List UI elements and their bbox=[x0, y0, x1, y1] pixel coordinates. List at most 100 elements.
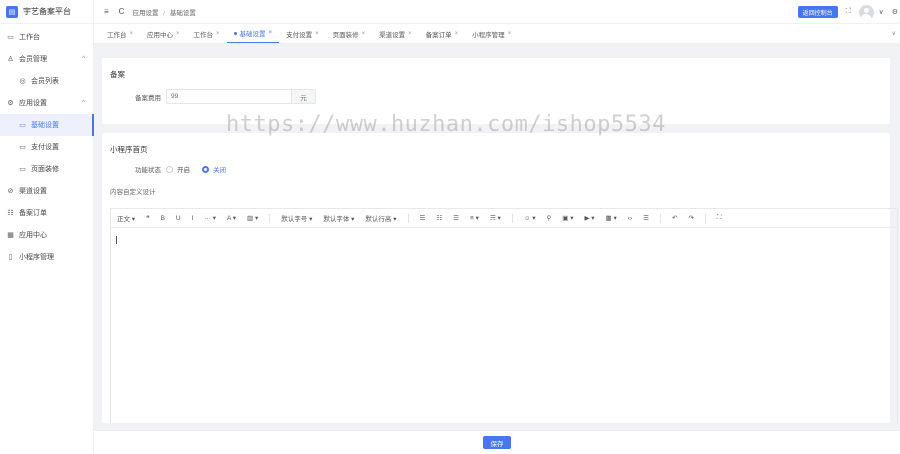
close-icon[interactable]: × bbox=[269, 30, 273, 36]
sidebar-nav: ▭ 工作台 ♙ 会员管理 ^ ◎ 会员列表 ⚙ 应用设置 ^ ▭ 基础设置 ▭ … bbox=[0, 24, 94, 268]
status-label: 功能状态 bbox=[135, 167, 161, 174]
close-icon[interactable]: × bbox=[130, 31, 134, 37]
miniprogram-home-card: 小程序首页 功能状态 开启 关闭 内容自定义设计 正文 ▾ ❝ B U I ··· ▾ A … bbox=[102, 133, 898, 423]
sidebar-item-payment-settings[interactable]: ▭ 支付设置 bbox=[0, 136, 93, 158]
close-icon[interactable]: × bbox=[216, 31, 220, 37]
toolbar-button[interactable]: ❝ bbox=[146, 214, 150, 222]
tab-label: 渠道设置 bbox=[379, 31, 406, 39]
tab-label: 支付设置 bbox=[286, 31, 313, 39]
section-title: 小程序首页 bbox=[110, 145, 148, 154]
toolbar-button[interactable]: B bbox=[161, 215, 165, 222]
sidebar-item-label: 页面装修 bbox=[31, 166, 59, 173]
toolbar-divider bbox=[269, 213, 271, 223]
custom-design-label: 内容自定义设计 bbox=[110, 189, 156, 196]
settings-icon[interactable]: ⚙ bbox=[892, 8, 898, 16]
close-icon[interactable]: × bbox=[508, 31, 512, 37]
sidebar-item-page-decoration[interactable]: ▭ 页面装修 bbox=[0, 158, 93, 180]
tab-miniprogram[interactable]: 小程序管理 × bbox=[465, 24, 518, 43]
toolbar-button[interactable]: 默认字号 ▾ bbox=[281, 213, 312, 223]
sidebar-item-miniprogram[interactable]: ▯ 小程序管理 bbox=[0, 246, 93, 268]
tab-basic-settings[interactable]: 基础设置 × bbox=[226, 24, 280, 43]
fee-value[interactable]: 99 bbox=[167, 90, 291, 103]
footer-bar: 保存 bbox=[94, 430, 900, 454]
sidebar-item-channel-settings[interactable]: ⊘ 渠道设置 bbox=[0, 180, 93, 202]
rich-text-editor: 正文 ▾ ❝ B U I ··· ▾ A ▾ ▨ ▾ 默认字号 ▾ 默认字体 ▾ 默认行高 ▾ ☰ ☷ ☲… bbox=[110, 208, 898, 423]
toolbar-button[interactable]: ☰ bbox=[420, 214, 426, 222]
sidebar-item-members[interactable]: ♙ 会员管理 ^ bbox=[0, 48, 93, 70]
sidebar-item-workbench[interactable]: ▭ 工作台 bbox=[0, 26, 93, 48]
toolbar-button[interactable]: A ▾ bbox=[227, 214, 236, 222]
tab-page-decoration[interactable]: 页面装修 × bbox=[326, 24, 373, 43]
toolbar-button[interactable]: ▨ ▾ bbox=[247, 214, 258, 222]
tab-workbench[interactable]: 工作台 × bbox=[100, 24, 140, 43]
breadcrumb-item[interactable]: 应用设置 bbox=[132, 10, 158, 17]
toolbar-button[interactable]: 默认字体 ▾ bbox=[323, 213, 354, 223]
sidebar-item-member-list[interactable]: ◎ 会员列表 bbox=[0, 70, 93, 92]
tab-label: 基础设置 bbox=[239, 31, 266, 38]
back-to-console-button[interactable]: 返回控制台 bbox=[797, 6, 838, 18]
chevron-up-icon: ^ bbox=[82, 100, 85, 106]
filing-card: 备案 备案费用 99 元 bbox=[102, 58, 890, 124]
menu-icon[interactable]: ≡ bbox=[104, 7, 109, 16]
toolbar-button[interactable]: ↷ bbox=[688, 214, 693, 222]
close-icon[interactable]: × bbox=[315, 31, 319, 37]
close-icon[interactable]: × bbox=[362, 31, 366, 37]
sidebar-item-filing-orders[interactable]: ☷ 备案订单 bbox=[0, 202, 93, 224]
avatar[interactable] bbox=[858, 4, 874, 20]
toolbar-button[interactable]: ↶ bbox=[672, 214, 677, 222]
toolbar-button[interactable]: ▦ ▾ bbox=[606, 214, 617, 222]
radio-enable[interactable]: 开启 bbox=[166, 164, 190, 174]
grid-icon: ▦ bbox=[7, 232, 14, 239]
chevron-down-icon[interactable]: ∨ bbox=[879, 8, 884, 16]
refresh-icon[interactable]: C bbox=[119, 7, 125, 16]
tab-filing-orders[interactable]: 备案订单 × bbox=[419, 24, 466, 43]
list-icon: ☷ bbox=[7, 210, 14, 217]
toolbar-button[interactable]: ☺ ▾ bbox=[524, 214, 536, 222]
close-icon[interactable]: × bbox=[455, 31, 459, 37]
close-icon[interactable]: × bbox=[176, 31, 180, 37]
breadcrumb-item: 基础设置 bbox=[169, 9, 196, 17]
toolbar-button[interactable]: ⛶ bbox=[717, 214, 722, 222]
monitor-icon: ▭ bbox=[7, 34, 14, 41]
tab-workbench-2[interactable]: 工作台 × bbox=[187, 24, 227, 43]
tab-channel-settings[interactable]: 渠道设置 × bbox=[372, 24, 419, 43]
top-header: ≡ C 应用设置 / 基础设置 返回控制台 ⛶ ∨ ⚙ bbox=[94, 0, 900, 24]
sidebar-item-label: 应用中心 bbox=[19, 232, 47, 239]
toolbar-button[interactable]: ☴ ▾ bbox=[490, 214, 501, 222]
sidebar-item-label: 支付设置 bbox=[31, 144, 59, 151]
toolbar-button[interactable]: 默认行高 ▾ bbox=[365, 213, 396, 223]
logo[interactable]: ▤ 宇艺备案平台 bbox=[0, 0, 93, 24]
toolbar-button[interactable]: U bbox=[176, 215, 181, 222]
fee-input[interactable]: 99 元 bbox=[166, 89, 316, 104]
save-button[interactable]: 保存 bbox=[483, 436, 511, 449]
toolbar-button[interactable]: ≡ ▾ bbox=[470, 214, 479, 222]
radio-disable[interactable]: 关闭 bbox=[202, 164, 226, 174]
tab-payment-settings[interactable]: 支付设置 × bbox=[279, 24, 326, 43]
sidebar-item-basic-settings[interactable]: ▭ 基础设置 bbox=[0, 114, 94, 136]
tab-label: 应用中心 bbox=[147, 31, 174, 39]
sidebar-item-app-center[interactable]: ▦ 应用中心 bbox=[0, 224, 93, 246]
toolbar-button[interactable]: ☷ bbox=[436, 214, 442, 222]
sidebar-item-label: 工作台 bbox=[19, 34, 40, 41]
editor-body[interactable] bbox=[111, 228, 897, 424]
toolbar-button[interactable]: ☰ bbox=[643, 214, 649, 222]
toolbar-button[interactable]: ‹› bbox=[628, 215, 632, 222]
chevron-down-icon[interactable]: ∨ bbox=[892, 30, 896, 37]
text-caret bbox=[116, 236, 117, 244]
toolbar-button[interactable]: ⚲ bbox=[546, 214, 551, 222]
toolbar-button[interactable]: ▶ ▾ bbox=[584, 214, 594, 222]
user-icon: ♙ bbox=[7, 56, 14, 63]
toolbar-button[interactable]: I bbox=[192, 215, 194, 222]
tab-app-center[interactable]: 应用中心 × bbox=[140, 24, 187, 43]
toolbar-button[interactable]: 正文 ▾ bbox=[117, 213, 135, 223]
fee-unit: 元 bbox=[291, 90, 315, 103]
toolbar-button[interactable]: ··· ▾ bbox=[204, 214, 216, 222]
toolbar-button[interactable]: ▣ ▾ bbox=[562, 214, 573, 222]
close-icon[interactable]: × bbox=[408, 31, 412, 37]
fullscreen-icon[interactable]: ⛶ bbox=[846, 8, 851, 16]
sidebar: ▤ 宇艺备案平台 ▭ 工作台 ♙ 会员管理 ^ ◎ 会员列表 ⚙ 应用设置 ^ … bbox=[0, 0, 94, 454]
sidebar-item-app-settings[interactable]: ⚙ 应用设置 ^ bbox=[0, 92, 93, 114]
radio-label: 关闭 bbox=[213, 167, 226, 174]
toolbar-button[interactable]: ☲ bbox=[453, 214, 459, 222]
editor-toolbar: 正文 ▾ ❝ B U I ··· ▾ A ▾ ▨ ▾ 默认字号 ▾ 默认字体 ▾ 默认行高 ▾ ☰ ☷ ☲… bbox=[111, 209, 897, 228]
